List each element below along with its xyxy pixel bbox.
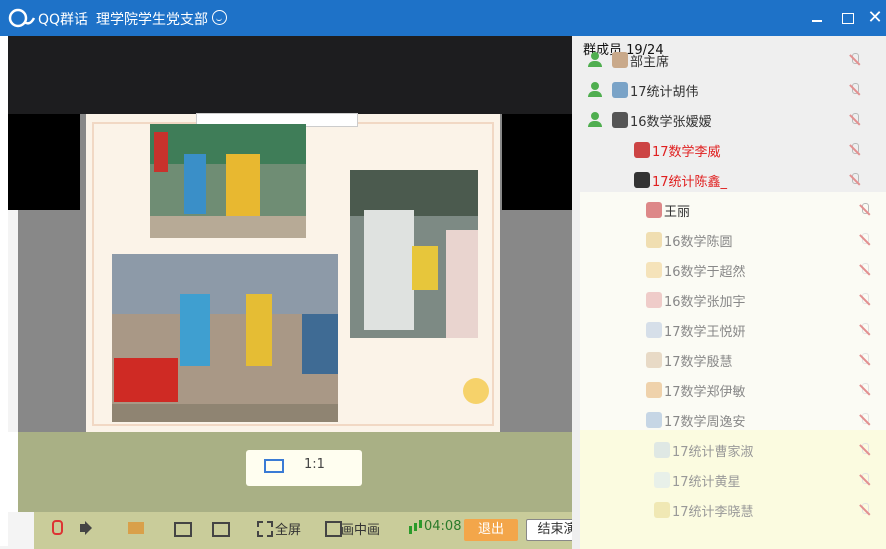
slide-decoration [463,378,489,404]
member-name: 16数学张加宇 [664,295,746,310]
muted-mic-icon [858,502,872,518]
signal-icon [408,520,424,536]
screen-ratio-icon [264,459,284,473]
member-avatar [646,202,662,218]
member-name: 部主席 [630,55,670,70]
member-avatar [646,352,662,368]
member-avatar [646,292,662,308]
screen-share-icon[interactable] [174,520,192,537]
member-name: 17统计陈鑫_ [652,175,728,190]
member-name: 17数学王悦妍 [664,325,746,340]
member-row[interactable]: 16数学于超然 [582,259,882,281]
shared-screen-edge [0,432,18,512]
member-avatar [612,52,628,68]
member-row[interactable]: 部主席 [582,49,882,71]
muted-mic-icon [848,52,862,68]
camera-icon[interactable] [128,520,144,536]
member-name: 17统计李晓慧 [672,505,754,520]
qq-logo-icon [8,8,36,28]
member-row[interactable]: 17数学殷慧 [582,349,882,371]
exit-button[interactable]: 退出 [464,519,518,541]
member-name: 17统计黄星 [672,475,741,490]
member-avatar [654,442,670,458]
member-name: 王丽 [664,205,691,220]
member-avatar [646,412,662,428]
slide-photo-registration-desk [112,254,338,422]
member-avatar [646,382,662,398]
qq-group-call-window: QQ群话 理学院学生党支部 ✕ 1:1 全屏 画中画 04:08 退出 结束演 … [0,0,886,549]
member-row[interactable]: 17统计曹家淑 [582,439,882,461]
shared-screen-shadow [8,114,80,210]
title-bar: QQ群话 理学院学生党支部 ✕ [0,0,886,36]
member-row[interactable]: 17统计陈鑫_ [582,169,882,191]
microphone-icon[interactable] [48,520,64,536]
member-row[interactable]: 17统计胡伟 [582,79,882,101]
muted-mic-icon [858,292,872,308]
member-name: 17数学周逸安 [664,415,746,430]
member-row[interactable]: 17统计黄星 [582,469,882,491]
member-name: 17统计胡伟 [630,85,699,100]
member-name: 16数学于超然 [664,265,746,280]
muted-mic-icon [848,172,862,188]
member-avatar [612,82,628,98]
member-row[interactable]: 17数学郑伊敏 [582,379,882,401]
member-name: 17统计曹家淑 [672,445,754,460]
slide-photo-checkpoint [350,170,478,338]
member-avatar [646,262,662,278]
member-avatar [654,502,670,518]
close-button[interactable]: ✕ [864,8,886,28]
picture-in-picture-button[interactable]: 画中画 [341,519,380,538]
muted-mic-icon [858,472,872,488]
muted-mic-icon [858,352,872,368]
fullscreen-icon[interactable] [256,520,273,537]
member-avatar [634,142,650,158]
member-row[interactable]: 17统计李晓慧 [582,499,882,521]
muted-mic-icon [858,442,872,458]
smile-icon[interactable] [212,10,227,25]
call-duration: 04:08 [424,519,462,534]
present-icon[interactable] [212,520,230,537]
muted-mic-icon [858,382,872,398]
member-role-icon [587,82,603,98]
member-name: 17数学殷慧 [664,355,733,370]
muted-mic-icon [858,262,872,278]
muted-mic-icon [858,412,872,428]
member-row[interactable]: 16数学陈圆 [582,229,882,251]
member-name: 17数学李威 [652,145,721,160]
app-name: QQ群话 [38,12,89,28]
group-name: 理学院学生党支部 [96,12,208,28]
member-row[interactable]: 17数学王悦妍 [582,319,882,341]
member-role-icon [587,112,603,128]
member-role-icon [587,52,603,68]
speaker-icon[interactable] [80,520,96,536]
member-avatar [612,112,628,128]
member-row[interactable]: 17数学李威 [582,139,882,161]
member-row[interactable]: 16数学张加宇 [582,289,882,311]
slide-photo-volunteers [150,124,306,238]
member-row[interactable]: 17数学周逸安 [582,409,882,431]
muted-mic-icon [858,232,872,248]
member-avatar [646,232,662,248]
muted-mic-icon [848,82,862,98]
shared-screen-shadow [502,114,572,210]
minimize-button[interactable] [806,8,828,28]
member-avatar [654,472,670,488]
muted-mic-icon [858,322,872,338]
fullscreen-button[interactable]: 全屏 [275,519,301,538]
shared-screen-top [8,36,572,114]
member-avatar [646,322,662,338]
maximize-button[interactable] [836,8,858,28]
member-row[interactable]: 16数学张嫒嫒 [582,109,882,131]
muted-mic-icon [848,142,862,158]
member-row[interactable]: 王丽 [582,199,882,221]
picture-in-picture-icon[interactable] [324,520,342,537]
muted-mic-icon [848,112,862,128]
member-name: 16数学张嫒嫒 [630,115,712,130]
ratio-label: 1:1 [304,457,325,472]
member-avatar [634,172,650,188]
muted-mic-icon [858,202,872,218]
member-name: 17数学郑伊敏 [664,385,746,400]
member-name: 16数学陈圆 [664,235,733,250]
